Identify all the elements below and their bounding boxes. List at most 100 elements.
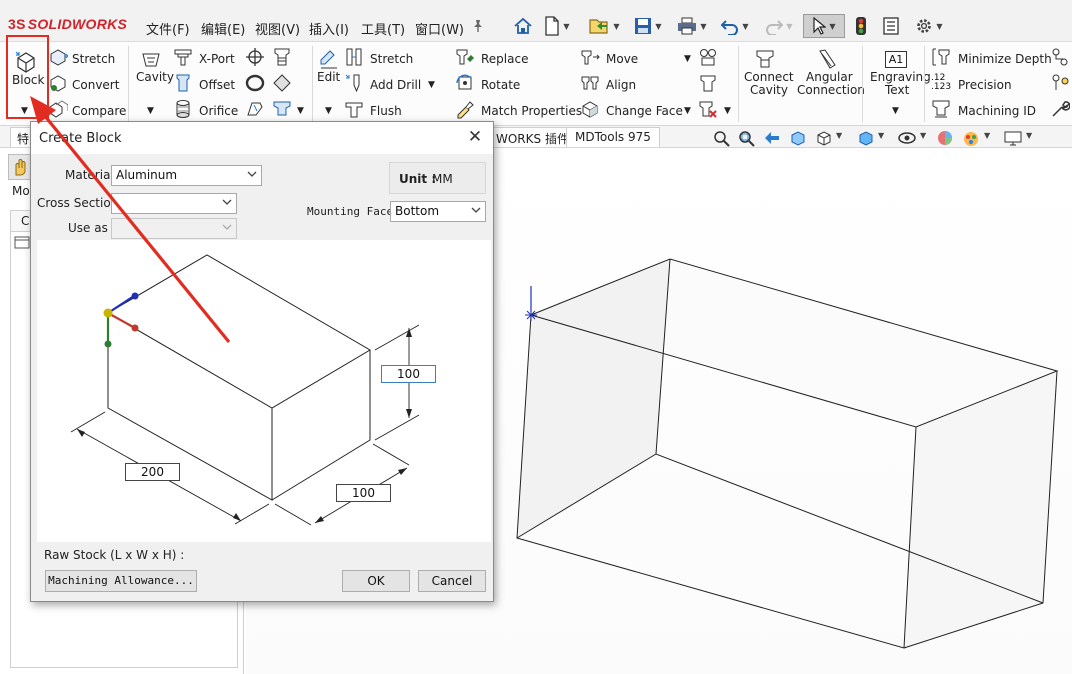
view-orientation-dropdown-icon[interactable]: ▼ bbox=[836, 131, 842, 140]
machining-id-button[interactable]: Machining ID bbox=[958, 104, 1036, 118]
apply-scene-dropdown-icon[interactable]: ▼ bbox=[984, 131, 990, 140]
redo-icon[interactable]: ▼ bbox=[760, 14, 798, 38]
cross-section-select[interactable] bbox=[111, 193, 237, 214]
width-input[interactable]: 100 bbox=[336, 484, 391, 502]
cavity-button[interactable]: Cavity bbox=[136, 70, 174, 84]
flush-button[interactable]: Flush bbox=[370, 104, 402, 118]
connect-cavity-label-1[interactable]: Connect bbox=[744, 70, 794, 84]
gear-icon[interactable]: ▼ bbox=[910, 14, 948, 38]
menu-window[interactable]: 窗口(W) bbox=[415, 19, 464, 38]
menu-file[interactable]: 文件(F) bbox=[146, 19, 190, 38]
convert-button[interactable]: Convert bbox=[72, 78, 119, 92]
menu-tools[interactable]: 工具(T) bbox=[361, 19, 405, 38]
traffic-light-icon[interactable] bbox=[850, 14, 872, 38]
material-label: Material bbox=[65, 168, 114, 182]
display-style-dropdown-icon[interactable]: ▼ bbox=[878, 131, 884, 140]
move-dropdown-icon[interactable]: ▼ bbox=[684, 54, 691, 64]
tap-tool-icon[interactable] bbox=[272, 47, 292, 67]
menu-insert[interactable]: 插入(I) bbox=[309, 19, 349, 38]
feature-manager-tab[interactable] bbox=[8, 154, 32, 180]
delete-plug-dropdown-icon[interactable]: ▼ bbox=[724, 106, 731, 116]
stretch2-button[interactable]: Stretch bbox=[370, 52, 413, 66]
view-settings-dropdown-icon[interactable]: ▼ bbox=[1026, 131, 1032, 140]
dialog-title-bar[interactable]: Create Block ✕ bbox=[31, 122, 493, 154]
cavity-dropdown-icon[interactable]: ▼ bbox=[147, 106, 154, 116]
options-list-icon[interactable] bbox=[880, 14, 902, 38]
display-style-icon[interactable] bbox=[857, 129, 875, 147]
undo-icon[interactable]: ▼ bbox=[716, 14, 754, 38]
edit-appearance-icon[interactable] bbox=[936, 129, 954, 147]
match-properties-button[interactable]: Match Properties bbox=[481, 104, 582, 118]
hide-show-icon[interactable] bbox=[897, 129, 917, 147]
cancel-button[interactable]: Cancel bbox=[418, 570, 486, 592]
zoom-to-fit-icon[interactable] bbox=[712, 129, 730, 147]
tab-mdtools[interactable]: MDTools 975 bbox=[566, 127, 660, 147]
height-input[interactable]: 100 bbox=[381, 365, 436, 383]
section-view-icon[interactable] bbox=[789, 129, 807, 147]
close-icon[interactable]: ✕ bbox=[465, 128, 485, 148]
fitting-icon[interactable] bbox=[698, 47, 718, 67]
machining-allowance-button[interactable]: Machining Allowance... bbox=[45, 570, 197, 592]
move-button[interactable]: Move bbox=[606, 52, 638, 66]
align-button[interactable]: Align bbox=[606, 78, 636, 92]
engraving-text-label-1[interactable]: Engraving bbox=[870, 70, 931, 84]
dynamic-annotation-icon[interactable] bbox=[815, 129, 833, 147]
ring-icon[interactable] bbox=[245, 73, 265, 93]
crosshair-icon[interactable] bbox=[245, 47, 265, 67]
ok-button[interactable]: OK bbox=[342, 570, 410, 592]
match-properties-icon bbox=[457, 101, 474, 119]
wrench-icon[interactable] bbox=[1050, 99, 1070, 119]
ribbon-separator bbox=[862, 46, 863, 122]
zoom-area-icon[interactable] bbox=[737, 129, 755, 147]
probe-icon[interactable] bbox=[1050, 73, 1070, 93]
add-drill-button[interactable]: Add Drill bbox=[370, 78, 421, 92]
select-pointer-icon[interactable]: ▼ bbox=[803, 14, 845, 38]
change-face-dropdown-icon[interactable]: ▼ bbox=[684, 106, 691, 116]
angled-part-icon[interactable] bbox=[245, 99, 265, 119]
mounting-face-select[interactable]: Bottom bbox=[390, 201, 486, 222]
connect-cavity-label-2[interactable]: Cavity bbox=[750, 83, 788, 97]
length-input[interactable]: 200 bbox=[125, 463, 180, 481]
save-icon[interactable]: ▼ bbox=[630, 14, 666, 38]
engraving-text-label-2[interactable]: Text bbox=[885, 83, 909, 97]
machining-id-icon bbox=[932, 100, 950, 118]
menu-view[interactable]: 视图(V) bbox=[255, 19, 300, 38]
pin-icon[interactable] bbox=[470, 14, 486, 38]
add-drill-dropdown-icon[interactable]: ▼ bbox=[428, 80, 435, 90]
xport-button[interactable]: X-Port bbox=[199, 52, 235, 66]
valve-icon[interactable] bbox=[272, 99, 292, 119]
engraving-dropdown-icon[interactable]: ▼ bbox=[892, 106, 899, 116]
edit-dropdown-icon[interactable]: ▼ bbox=[325, 106, 332, 116]
print-icon[interactable]: ▼ bbox=[672, 14, 712, 38]
cross-section-label: Cross Section bbox=[37, 196, 119, 210]
apply-scene-icon[interactable] bbox=[961, 129, 981, 147]
change-face-button[interactable]: Change Face bbox=[606, 104, 683, 118]
use-as-select[interactable] bbox=[111, 218, 237, 239]
minimize-depth-button[interactable]: Minimize Depth bbox=[958, 52, 1052, 66]
tab-solidworks-plugins[interactable]: WORKS 插件 bbox=[488, 127, 578, 147]
offset-button[interactable]: Offset bbox=[199, 78, 235, 92]
orifice-button[interactable]: Orifice bbox=[199, 104, 238, 118]
replace-button[interactable]: Replace bbox=[481, 52, 528, 66]
material-select[interactable]: Aluminum bbox=[111, 165, 262, 186]
connector-icon[interactable] bbox=[1050, 47, 1070, 67]
stretch-button[interactable]: Stretch bbox=[72, 52, 115, 66]
angular-connection-label-1[interactable]: Angular bbox=[806, 70, 853, 84]
delete-plug-icon[interactable] bbox=[698, 99, 718, 119]
home-icon[interactable] bbox=[510, 14, 536, 38]
diamond-plate-icon[interactable] bbox=[272, 73, 292, 93]
menu-edit[interactable]: 编辑(E) bbox=[201, 19, 245, 38]
view-settings-icon[interactable] bbox=[1003, 129, 1023, 147]
new-file-icon[interactable]: ▼ bbox=[540, 14, 574, 38]
precision-button[interactable]: Precision bbox=[958, 78, 1012, 92]
plug-icon[interactable] bbox=[698, 73, 718, 93]
tools-dropdown-icon[interactable]: ▼ bbox=[297, 106, 304, 116]
edit-button[interactable]: Edit bbox=[317, 70, 340, 84]
angular-connection-label-2[interactable]: Connection bbox=[797, 83, 865, 97]
folder-icon[interactable] bbox=[14, 235, 30, 249]
open-file-icon[interactable]: ▼ bbox=[584, 14, 624, 38]
previous-view-icon[interactable] bbox=[763, 129, 781, 147]
compare-button[interactable]: Compare bbox=[72, 104, 126, 118]
hide-show-dropdown-icon[interactable]: ▼ bbox=[920, 131, 926, 140]
rotate-button[interactable]: Rotate bbox=[481, 78, 520, 92]
